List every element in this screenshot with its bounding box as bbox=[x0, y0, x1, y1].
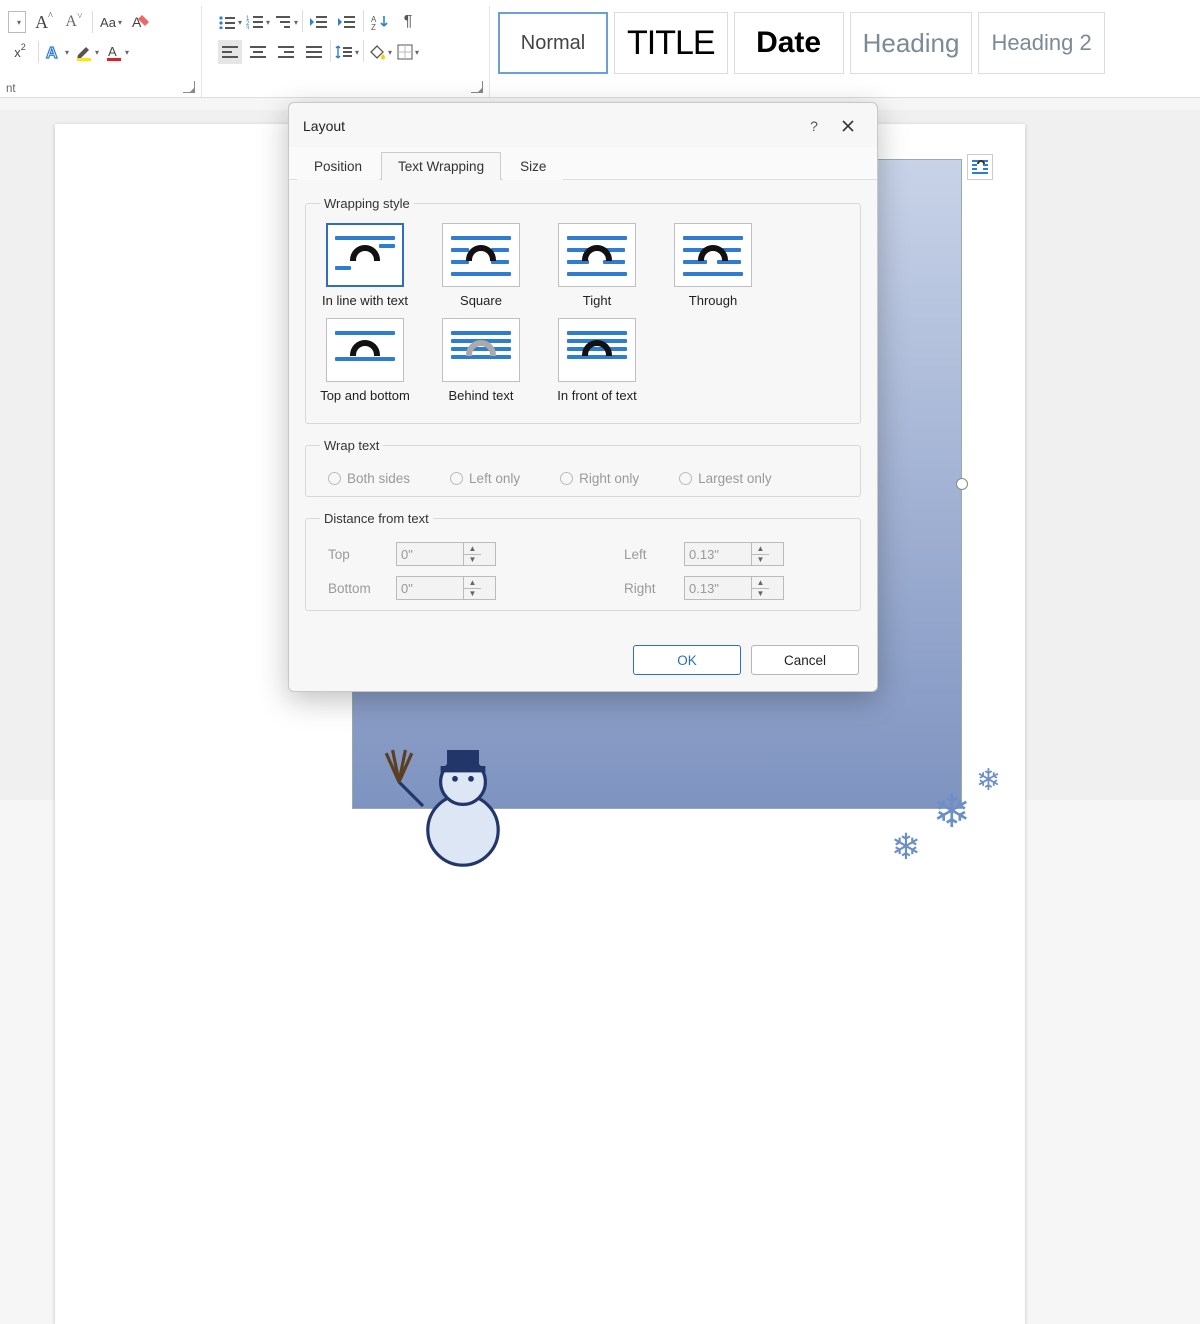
wrap-in-front[interactable]: In front of text bbox=[552, 318, 642, 403]
distance-legend: Distance from text bbox=[320, 511, 433, 526]
radio-right-only: Right only bbox=[560, 471, 639, 486]
top-input bbox=[397, 543, 463, 565]
bottom-input bbox=[397, 577, 463, 599]
spin-up: ▲ bbox=[752, 543, 769, 555]
close-icon bbox=[841, 119, 855, 133]
wrapping-style-group: Wrapping style In line with text Square … bbox=[305, 196, 861, 424]
wrap-inline[interactable]: In line with text bbox=[320, 223, 410, 308]
close-button[interactable] bbox=[831, 113, 865, 139]
tab-text-wrapping[interactable]: Text Wrapping bbox=[381, 152, 501, 180]
wrap-text-group: Wrap text Both sides Left only Right onl… bbox=[305, 438, 861, 497]
radio-largest-only: Largest only bbox=[679, 471, 772, 486]
top-spinner: ▲▼ bbox=[396, 542, 496, 566]
bottom-label: Bottom bbox=[328, 581, 396, 596]
spin-down: ▼ bbox=[752, 589, 769, 600]
dialog-title: Layout bbox=[303, 118, 345, 134]
spin-up: ▲ bbox=[752, 577, 769, 589]
dialog-tabs: Position Text Wrapping Size bbox=[289, 147, 877, 180]
bottom-spinner: ▲▼ bbox=[396, 576, 496, 600]
spin-down: ▼ bbox=[464, 555, 481, 566]
top-label: Top bbox=[328, 547, 396, 562]
right-input bbox=[685, 577, 751, 599]
left-input bbox=[685, 543, 751, 565]
distance-group: Distance from text Top ▲▼ Left ▲▼ Bottom… bbox=[305, 511, 861, 611]
left-label: Left bbox=[624, 547, 684, 562]
wrap-through[interactable]: Through bbox=[668, 223, 758, 308]
spin-up: ▲ bbox=[464, 543, 481, 555]
layout-dialog: Layout ? Position Text Wrapping Size Wra… bbox=[288, 102, 878, 692]
wrap-style-legend: Wrapping style bbox=[320, 196, 414, 211]
dialog-titlebar[interactable]: Layout ? bbox=[289, 103, 877, 147]
spin-up: ▲ bbox=[464, 577, 481, 589]
wrap-top-bottom[interactable]: Top and bottom bbox=[320, 318, 410, 403]
modal-backdrop: Layout ? Position Text Wrapping Size Wra… bbox=[0, 0, 1200, 800]
radio-both-sides: Both sides bbox=[328, 471, 410, 486]
wrap-square[interactable]: Square bbox=[436, 223, 526, 308]
ok-button[interactable]: OK bbox=[633, 645, 741, 675]
wrap-tight[interactable]: Tight bbox=[552, 223, 642, 308]
right-spinner: ▲▼ bbox=[684, 576, 784, 600]
spin-down: ▼ bbox=[752, 555, 769, 566]
left-spinner: ▲▼ bbox=[684, 542, 784, 566]
radio-left-only: Left only bbox=[450, 471, 520, 486]
wrap-text-legend: Wrap text bbox=[320, 438, 383, 453]
wrap-behind[interactable]: Behind text bbox=[436, 318, 526, 403]
snowflake-icon: ❄ bbox=[891, 826, 921, 868]
cancel-button[interactable]: Cancel bbox=[751, 645, 859, 675]
tab-size[interactable]: Size bbox=[503, 152, 563, 180]
tab-position[interactable]: Position bbox=[297, 152, 379, 180]
help-button[interactable]: ? bbox=[797, 113, 831, 139]
right-label: Right bbox=[624, 581, 684, 596]
spin-down: ▼ bbox=[464, 589, 481, 600]
